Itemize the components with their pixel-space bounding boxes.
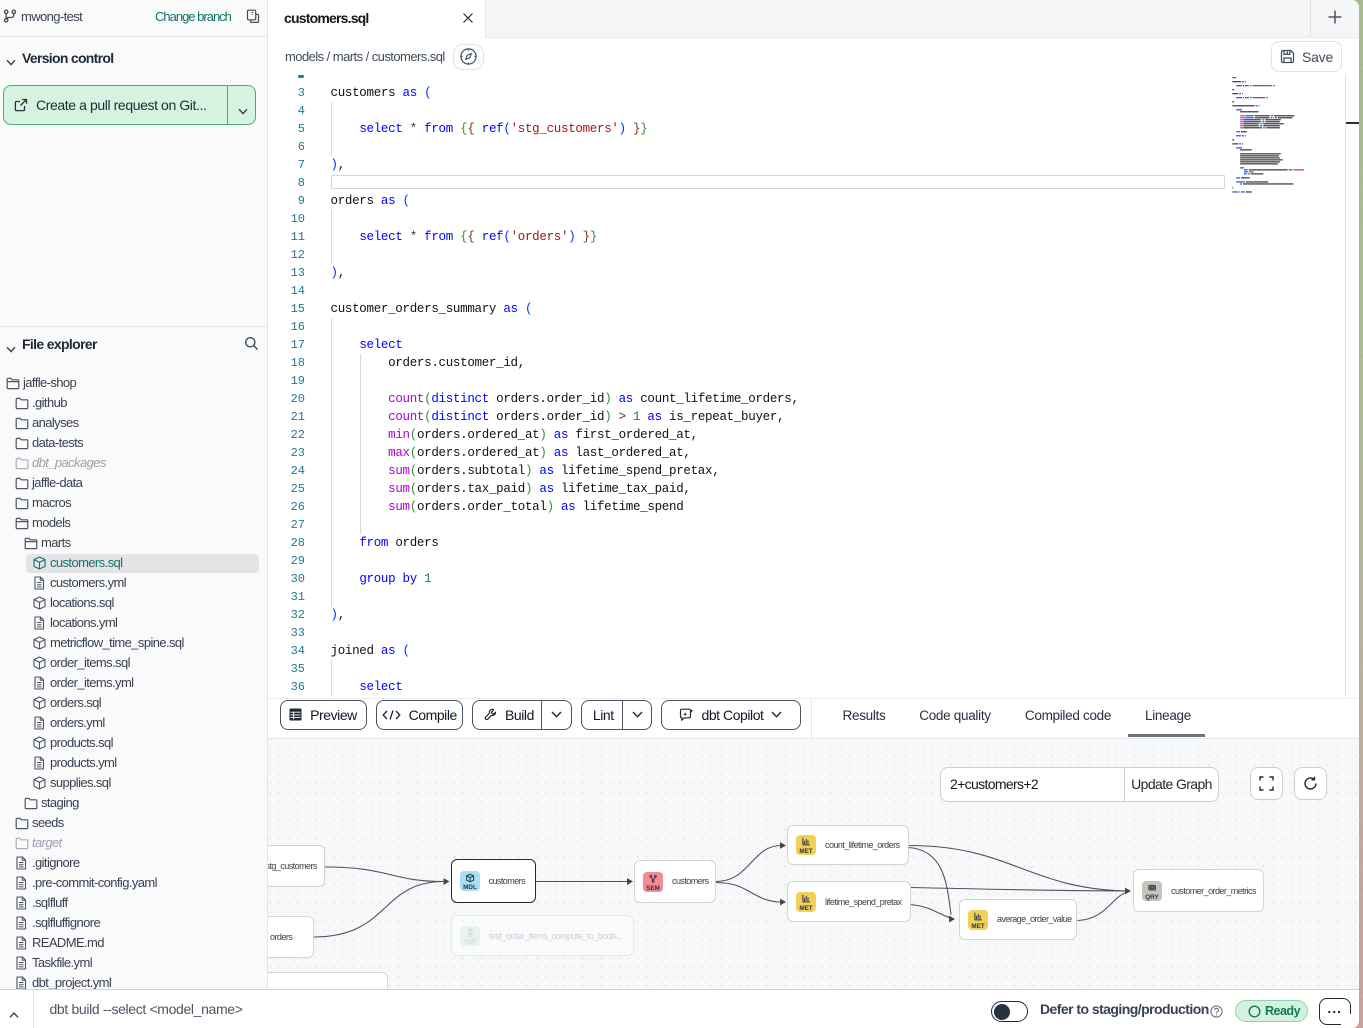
svg-text:MET: MET bbox=[799, 848, 812, 855]
svg-text:SEM: SEM bbox=[646, 885, 660, 892]
svg-text:MDL: MDL bbox=[463, 884, 477, 891]
svg-text:TST: TST bbox=[464, 939, 476, 946]
svg-text:MET: MET bbox=[971, 923, 984, 930]
svg-text:MET: MET bbox=[799, 905, 812, 912]
svg-text:QRY: QRY bbox=[1145, 894, 1159, 901]
